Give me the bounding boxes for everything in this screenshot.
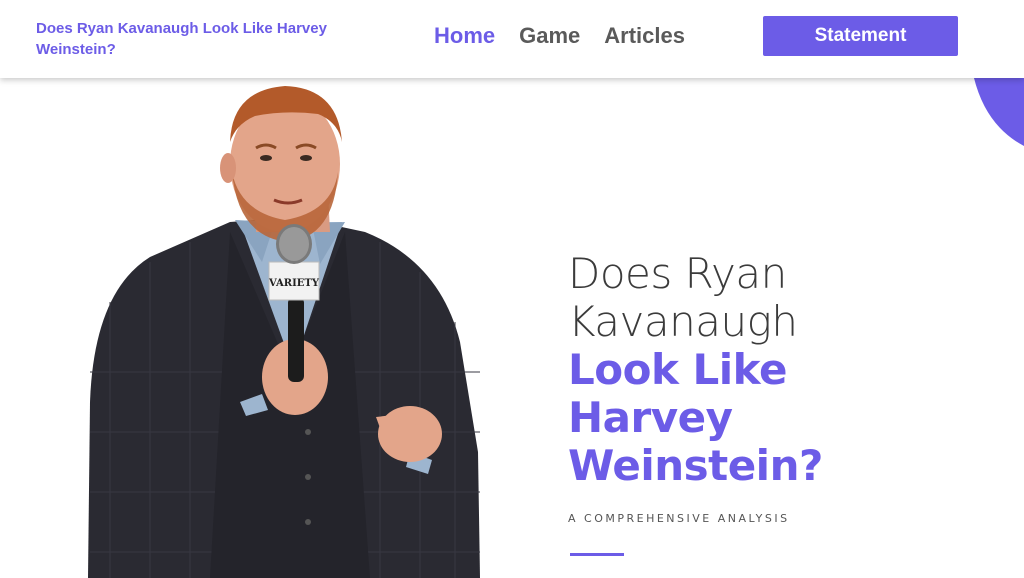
nav-articles-link[interactable]: Articles bbox=[604, 22, 685, 50]
hero-title-line-accent: Look Like bbox=[568, 345, 787, 394]
mic-flag-label: VARIETY bbox=[268, 278, 320, 289]
hero-title-line-accent: Harvey bbox=[568, 393, 733, 442]
statement-button[interactable]: Statement bbox=[763, 16, 958, 56]
hero-heading: Does Ryan Kavanaugh Look Like Harvey Wei… bbox=[568, 249, 823, 526]
nav-home-link[interactable]: Home bbox=[434, 22, 495, 50]
site-header: Does Ryan Kavanaugh Look Like Harvey Wei… bbox=[0, 0, 1024, 78]
hero-title-line: Does Ryan bbox=[568, 249, 787, 298]
hero-subtitle: A COMPREHENSIVE ANALYSIS bbox=[568, 512, 790, 525]
nav-game-link[interactable]: Game bbox=[519, 22, 580, 50]
site-title-link[interactable]: Does Ryan Kavanaugh Look Like Harvey Wei… bbox=[36, 18, 336, 60]
accent-divider bbox=[570, 553, 624, 556]
main-nav: Home Game Articles bbox=[434, 22, 685, 50]
hero-title-line: Kavanaugh bbox=[568, 297, 798, 346]
hero-photo: VARIETY bbox=[88, 86, 480, 578]
hero-title-line-accent: Weinstein? bbox=[568, 441, 823, 490]
decorative-corner-arc bbox=[974, 78, 1024, 146]
